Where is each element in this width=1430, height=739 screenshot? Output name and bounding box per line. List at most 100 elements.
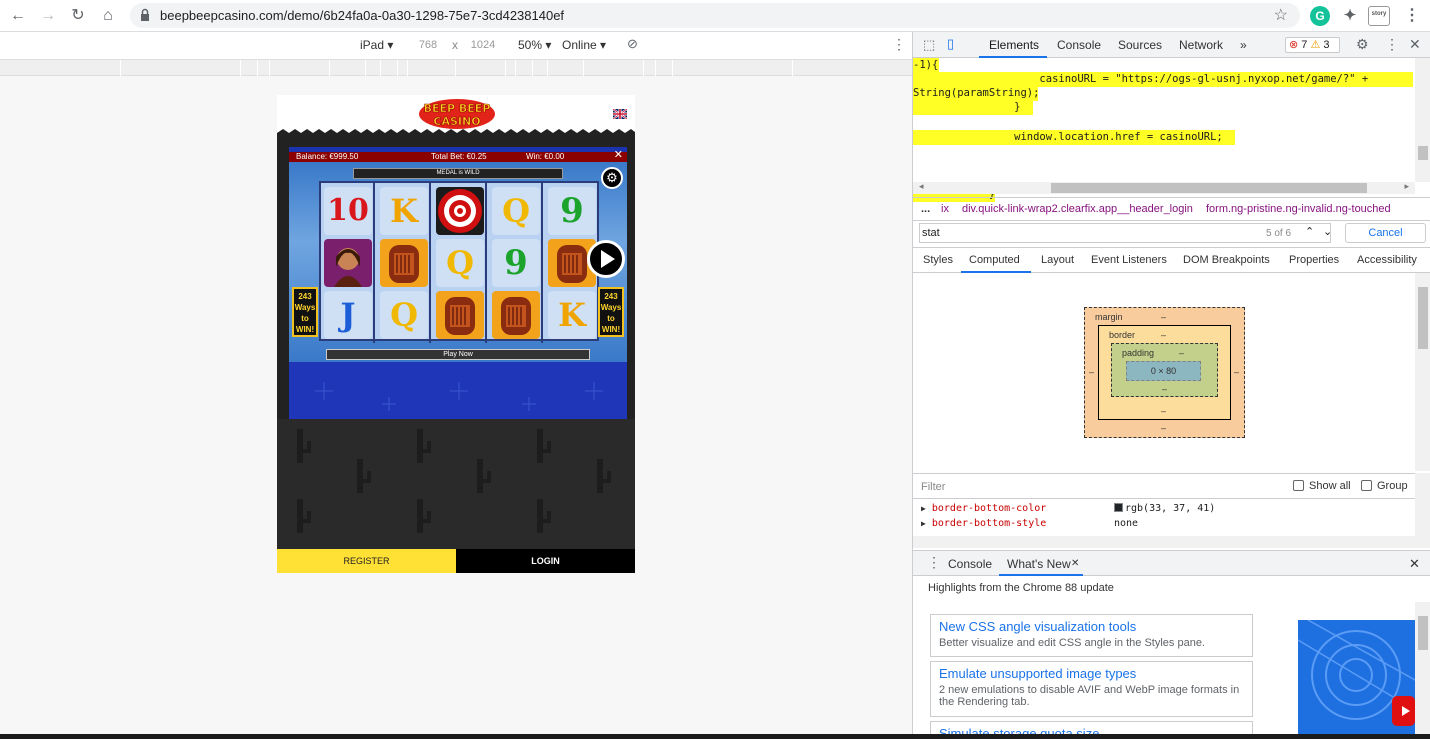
play-now-button[interactable]: Play Now (326, 349, 590, 360)
close-whats-new-icon[interactable]: ✕ (1071, 558, 1079, 569)
color-swatch[interactable] (1114, 503, 1123, 512)
search-value: stat (922, 227, 940, 239)
close-game-icon[interactable]: ✕ (614, 148, 623, 161)
tab-layout[interactable]: Layout (1041, 254, 1074, 266)
tab-computed[interactable]: Computed (969, 254, 1020, 266)
breadcrumb-item[interactable]: ix (941, 203, 949, 215)
whats-new-promo-image[interactable] (1298, 620, 1415, 734)
more-tabs-icon[interactable]: » (1240, 38, 1247, 52)
tab-console[interactable]: Console (1057, 38, 1101, 52)
device-toolbar-menu-icon[interactable]: ⋮ (892, 36, 906, 53)
symbol-nine: 9 (548, 187, 596, 235)
tab-dom-breakpoints[interactable]: DOM Breakpoints (1183, 254, 1270, 266)
media-query-ruler (0, 60, 912, 76)
filter-input[interactable]: Filter (921, 481, 945, 493)
reload-icon[interactable]: ↻ (68, 6, 88, 26)
address-bar[interactable]: beepbeepcasino.com/demo/6b24fa0a-0a30-12… (130, 3, 1300, 28)
tab-elements[interactable]: Elements (989, 38, 1039, 52)
scroll-right-icon[interactable]: ▸ (1404, 181, 1409, 192)
login-button[interactable]: LOGIN (456, 549, 635, 573)
devtools-menu-icon[interactable]: ⋮ (1385, 36, 1399, 53)
back-icon[interactable]: ← (8, 6, 28, 26)
story-extension-icon[interactable]: story (1368, 6, 1390, 26)
show-all-checkbox[interactable] (1293, 480, 1304, 491)
issues-counter[interactable]: ⊗ 7 ⚠ 3 (1285, 37, 1340, 53)
whats-new-vertical-scrollbar[interactable] (1415, 602, 1430, 734)
grammarly-extension-icon[interactable]: G (1310, 6, 1330, 26)
breadcrumb-item[interactable]: form.ng-pristine.ng-invalid.ng-touched (1206, 203, 1391, 215)
expand-arrow-icon[interactable]: ▶ (921, 504, 926, 513)
close-devtools-icon[interactable]: ✕ (1409, 36, 1421, 53)
property-value-text: rgb(33, 37, 41) (1125, 503, 1216, 514)
game-settings-gear-icon[interactable]: ⚙ (601, 167, 623, 189)
total-bet-text: Total Bet: €0.25 (431, 152, 487, 161)
drawer-tab-whats-new[interactable]: What's New (1007, 557, 1071, 571)
group-checkbox[interactable] (1361, 480, 1372, 491)
inspect-element-icon[interactable]: ⬚ (923, 37, 935, 53)
code-vertical-scrollbar[interactable] (1415, 58, 1430, 182)
home-icon[interactable]: ⌂ (98, 6, 118, 26)
code-line: String(paramString); (913, 86, 1040, 101)
breadcrumb-item[interactable]: div.quick-link-wrap2.clearfix.app__heade… (962, 203, 1193, 215)
play-icon[interactable] (587, 240, 625, 278)
expand-arrow-icon[interactable]: ▶ (921, 519, 926, 528)
news-card[interactable]: New CSS angle visualization tools Better… (930, 614, 1253, 657)
rotate-disable-icon[interactable]: ⊘ (627, 36, 638, 52)
tab-accessibility[interactable]: Accessibility (1357, 254, 1417, 266)
slot-reels: 10 J K Q Q Q 9 9 K (319, 181, 599, 343)
computed-property-row[interactable]: ▶ border-bottom-style none (921, 516, 1401, 531)
scroll-left-icon[interactable]: ◂ (919, 181, 924, 192)
properties-horizontal-scrollbar[interactable] (913, 536, 1415, 548)
computed-property-row[interactable]: ▶ border-bottom-color rgb(33, 37, 41) (921, 501, 1401, 516)
device-height-input[interactable]: 1024 (465, 37, 501, 54)
properties-vertical-scrollbar[interactable] (1415, 473, 1430, 548)
drawer-tab-console[interactable]: Console (948, 557, 992, 571)
search-next-icon[interactable]: ⌄ (1323, 225, 1332, 238)
uk-flag-icon[interactable] (613, 109, 627, 119)
scroll-thumb[interactable] (1418, 287, 1428, 349)
device-emulation-toolbar: iPad ▾ 768 x 1024 50% ▾ Online ▾ ⊘ ⋮ (0, 32, 912, 60)
settings-gear-icon[interactable]: ⚙ (1356, 36, 1369, 53)
dom-breadcrumbs: ... ix div.quick-link-wrap2.clearfix.app… (913, 197, 1430, 219)
reel-4: Q 9 (489, 183, 543, 343)
close-drawer-icon[interactable]: ✕ (1409, 556, 1420, 572)
forward-icon[interactable]: → (38, 6, 58, 26)
casino-logo[interactable]: BEEP BEEP CASINO (417, 98, 497, 130)
news-card[interactable]: Simulate storage quota size (930, 721, 1253, 734)
device-select[interactable]: iPad ▾ (360, 38, 393, 52)
box-model-padding[interactable]: padding – – 0 × 80 (1111, 343, 1218, 397)
box-model-content[interactable]: 0 × 80 (1126, 361, 1201, 381)
scroll-thumb[interactable] (1418, 616, 1428, 650)
tab-network[interactable]: Network (1179, 38, 1223, 52)
tab-event-listeners[interactable]: Event Listeners (1091, 254, 1167, 266)
code-line: casinoURL = "https://ogs-gl-usnj.nyxop.n… (913, 72, 1413, 87)
box-model-border[interactable]: border – – padding – – 0 × 80 (1098, 325, 1231, 420)
tab-sources[interactable]: Sources (1118, 38, 1162, 52)
zoom-select[interactable]: 50% ▾ (518, 38, 551, 52)
search-prev-icon[interactable]: ⌃ (1305, 225, 1314, 238)
elements-source-view[interactable]: -1){ casinoURL = "https://ogs-gl-usnj.ny… (913, 58, 1415, 202)
code-horizontal-scrollbar[interactable]: ◂ ▸ (913, 181, 1415, 194)
scroll-thumb[interactable] (1418, 146, 1428, 160)
search-input[interactable]: stat 5 of 6 ⌃ ⌄ (919, 223, 1332, 243)
browser-menu-icon[interactable]: ⋮ (1402, 6, 1422, 26)
scroll-thumb[interactable] (1051, 183, 1367, 193)
extensions-puzzle-icon[interactable]: ✦ (1340, 6, 1360, 26)
search-cancel-button[interactable]: Cancel (1345, 223, 1426, 243)
tab-properties[interactable]: Properties (1289, 254, 1339, 266)
box-model-margin[interactable]: margin – – – – border – – padding – – 0 … (1084, 307, 1245, 438)
register-button[interactable]: REGISTER (277, 549, 456, 573)
slot-game-frame[interactable]: Balance: €999.50 Total Bet: €0.25 Win: €… (289, 147, 627, 419)
elements-sidebar-tabs: Styles Computed Layout Event Listeners D… (913, 247, 1430, 273)
bookmark-star-icon[interactable]: ☆ (1274, 5, 1288, 25)
device-toggle-icon[interactable]: ▯ (947, 36, 954, 52)
breadcrumb-overflow[interactable]: ... (921, 203, 930, 215)
tab-styles[interactable]: Styles (923, 254, 953, 266)
cactus-pattern-background (277, 419, 635, 549)
computed-vertical-scrollbar[interactable] (1415, 273, 1430, 471)
device-width-input[interactable]: 768 (410, 37, 446, 54)
drawer-menu-icon[interactable]: ⋮ (927, 554, 941, 571)
news-card[interactable]: Emulate unsupported image types 2 new em… (930, 661, 1253, 717)
property-value: none (1114, 518, 1139, 529)
network-throttle-select[interactable]: Online ▾ (562, 38, 606, 52)
